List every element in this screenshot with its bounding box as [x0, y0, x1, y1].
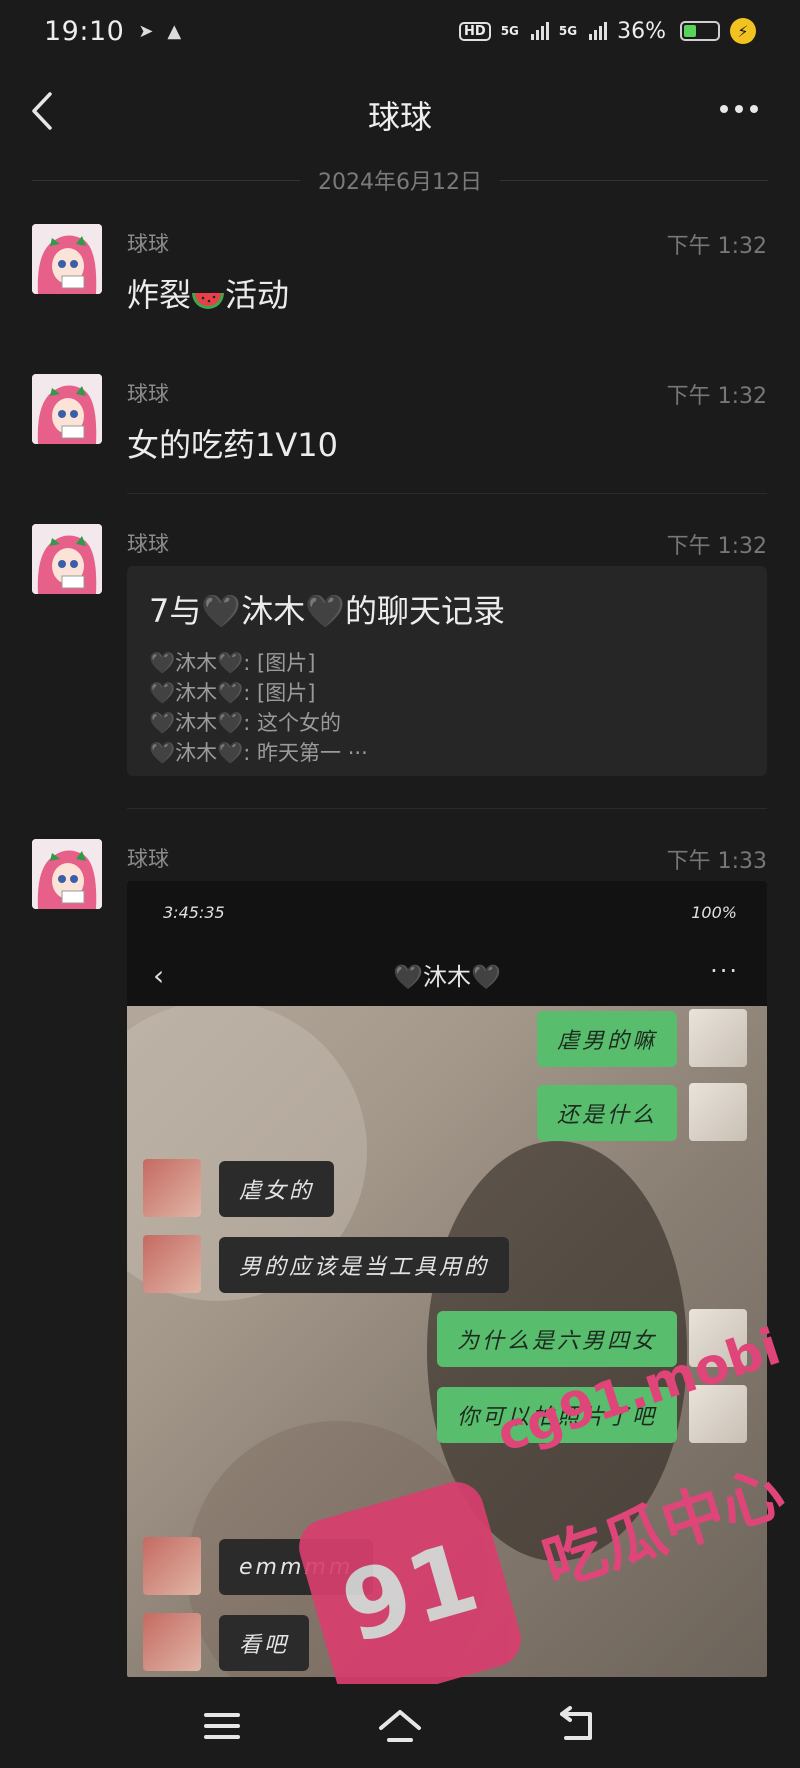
- chat-bubble: 虐男的嘛: [536, 1011, 677, 1067]
- chat-record-line: 🖤沐木🖤: 昨天第一 ···: [149, 741, 368, 765]
- menu-icon[interactable]: [194, 1698, 250, 1754]
- signal-icon: [530, 22, 549, 40]
- avatar: [143, 1235, 201, 1293]
- sender-name: 球球: [127, 382, 169, 406]
- avatar: [689, 1009, 747, 1067]
- sender-name: 球球: [127, 232, 169, 256]
- avatar: [689, 1083, 747, 1141]
- chat-bubble: 看吧: [219, 1615, 310, 1671]
- chat-record-line: 🖤沐木🖤: [图片]: [149, 681, 316, 705]
- avatar: [143, 1159, 201, 1217]
- message-item[interactable]: 球球 下午 1:33: [0, 839, 800, 909]
- embedded-status-battery: 100%: [691, 903, 737, 922]
- status-bar: 19:10 ➤ ▲ HD 5G 5G 36% ⚡: [0, 0, 800, 62]
- app-notification-icon: ▲: [167, 20, 182, 42]
- watermelon-icon: [191, 283, 225, 309]
- avatar[interactable]: [32, 524, 102, 594]
- telegram-icon: ➤: [138, 20, 154, 42]
- signal-icon-2: [589, 22, 608, 40]
- embedded-header: 3:45:35 100% ‹ 🖤沐木🖤 ···: [127, 881, 767, 1006]
- sender-name: 球球: [127, 847, 169, 871]
- chat-record-line: 🖤沐木🖤: [图片]: [149, 651, 316, 675]
- chat-bubble: 男的应该是当工具用的: [219, 1237, 510, 1293]
- avatar: [143, 1537, 201, 1595]
- avatar[interactable]: [32, 839, 102, 909]
- battery-percent: 36%: [617, 18, 666, 44]
- chat-record-card[interactable]: 7与🖤沐木🖤的聊天记录 🖤沐木🖤: [图片] 🖤沐木🖤: [图片] 🖤沐木🖤: …: [127, 566, 767, 776]
- divider: [127, 493, 767, 494]
- more-options-icon[interactable]: [720, 94, 764, 124]
- message-text-part: 炸裂: [127, 276, 192, 314]
- message-item[interactable]: 球球 下午 1:32 7与🖤沐木🖤的聊天记录 🖤沐木🖤: [图片] 🖤沐木🖤: …: [0, 524, 800, 784]
- sender-name: 球球: [127, 532, 169, 556]
- chat-bubble: 虐女的: [219, 1161, 335, 1217]
- charging-icon: ⚡: [730, 18, 756, 44]
- avatar[interactable]: [32, 224, 102, 294]
- network-label-2: 5G: [558, 24, 578, 38]
- battery-icon: [680, 21, 720, 41]
- message-time: 下午 1:32: [666, 534, 767, 559]
- chat-record-line: 🖤沐木🖤: 这个女的: [149, 711, 342, 735]
- avatar: [143, 1613, 201, 1671]
- date-label: 2024年6月12日: [318, 170, 482, 195]
- watermark-badge-text: 91: [330, 1520, 490, 1666]
- status-time: 19:10: [44, 15, 125, 47]
- message-text[interactable]: 炸裂 活动: [127, 270, 289, 316]
- system-nav-bar: [0, 1684, 800, 1768]
- embedded-more-icon: ···: [710, 957, 739, 985]
- battery-fill: [684, 25, 696, 37]
- embedded-title: 🖤沐木🖤: [393, 963, 501, 991]
- message-time: 下午 1:32: [666, 234, 767, 259]
- embedded-status-time: 3:45:35: [163, 903, 225, 922]
- chat-bubble: 还是什么: [536, 1085, 677, 1141]
- message-text[interactable]: 女的吃药1V10: [127, 420, 338, 466]
- page-title: 球球: [367, 98, 432, 136]
- network-label-1: 5G: [500, 24, 519, 38]
- return-icon[interactable]: [550, 1698, 606, 1754]
- divider: [127, 808, 767, 809]
- home-icon[interactable]: [372, 1698, 428, 1754]
- message-item[interactable]: 球球 下午 1:32 炸裂 活动: [0, 224, 800, 334]
- message-time: 下午 1:33: [666, 849, 767, 874]
- message-text-part: 活动: [225, 276, 290, 314]
- hd-icon: HD: [459, 21, 491, 41]
- date-separator: 2024年6月12日: [32, 164, 769, 196]
- chat-record-title: 7与🖤沐木🖤的聊天记录: [149, 592, 506, 630]
- avatar[interactable]: [32, 374, 102, 444]
- message-time: 下午 1:32: [666, 384, 767, 409]
- message-item[interactable]: 球球 下午 1:32 女的吃药1V10: [0, 374, 800, 484]
- title-bar: 球球: [0, 66, 800, 156]
